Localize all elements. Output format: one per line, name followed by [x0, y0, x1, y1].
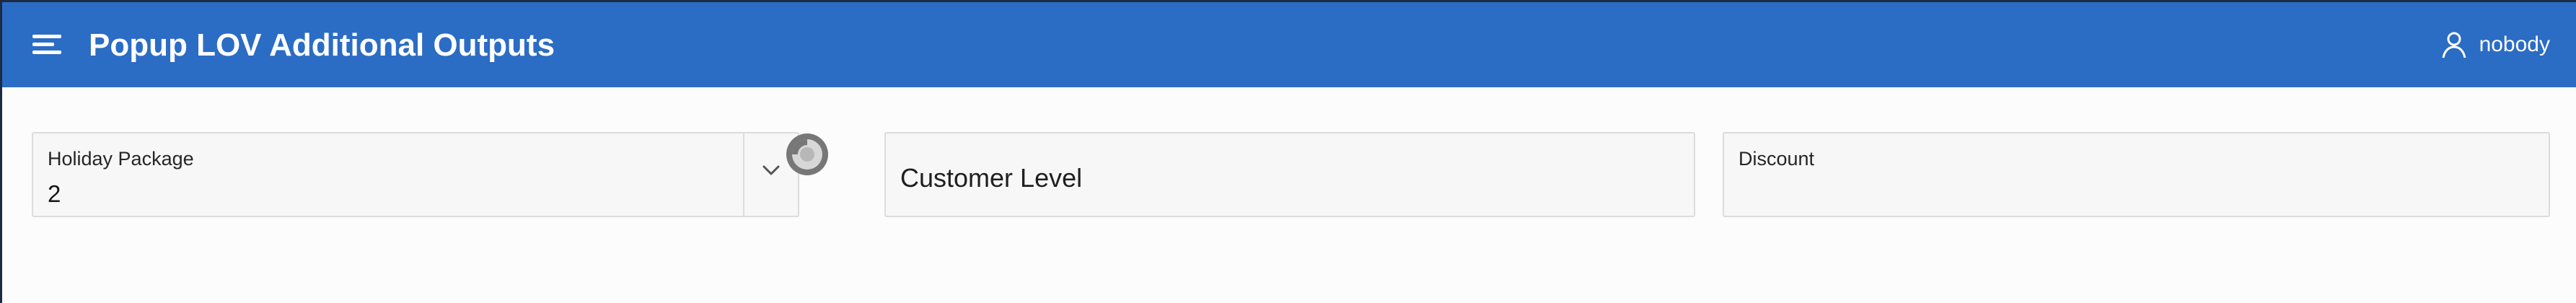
discount-label: Discount — [1738, 148, 1815, 170]
app-window: Popup LOV Additional Outputs nobody Holi… — [0, 0, 2576, 303]
hamburger-menu-icon-line — [32, 50, 61, 54]
customer-level-field[interactable]: Customer Level — [884, 132, 1695, 217]
navigation-menu-button[interactable] — [24, 28, 67, 60]
discount-field[interactable]: Discount — [1723, 132, 2550, 217]
user-icon — [2442, 32, 2466, 58]
hamburger-menu-icon-line — [32, 43, 54, 46]
page-title: Popup LOV Additional Outputs — [89, 27, 555, 63]
customer-level-label: Customer Level — [900, 163, 1083, 193]
top-navigation-bar: Popup LOV Additional Outputs nobody — [2, 2, 2576, 87]
hamburger-menu-icon-line — [32, 35, 61, 38]
loading-spinner-icon — [786, 133, 828, 175]
holiday-package-value[interactable]: 2 — [48, 180, 61, 208]
username-label: nobody — [2479, 32, 2550, 56]
chevron-down-icon — [762, 165, 780, 175]
user-menu[interactable]: nobody — [2440, 28, 2550, 61]
holiday-package-lov-field[interactable]: Holiday Package 2 — [32, 132, 799, 217]
holiday-package-label: Holiday Package — [48, 148, 194, 170]
